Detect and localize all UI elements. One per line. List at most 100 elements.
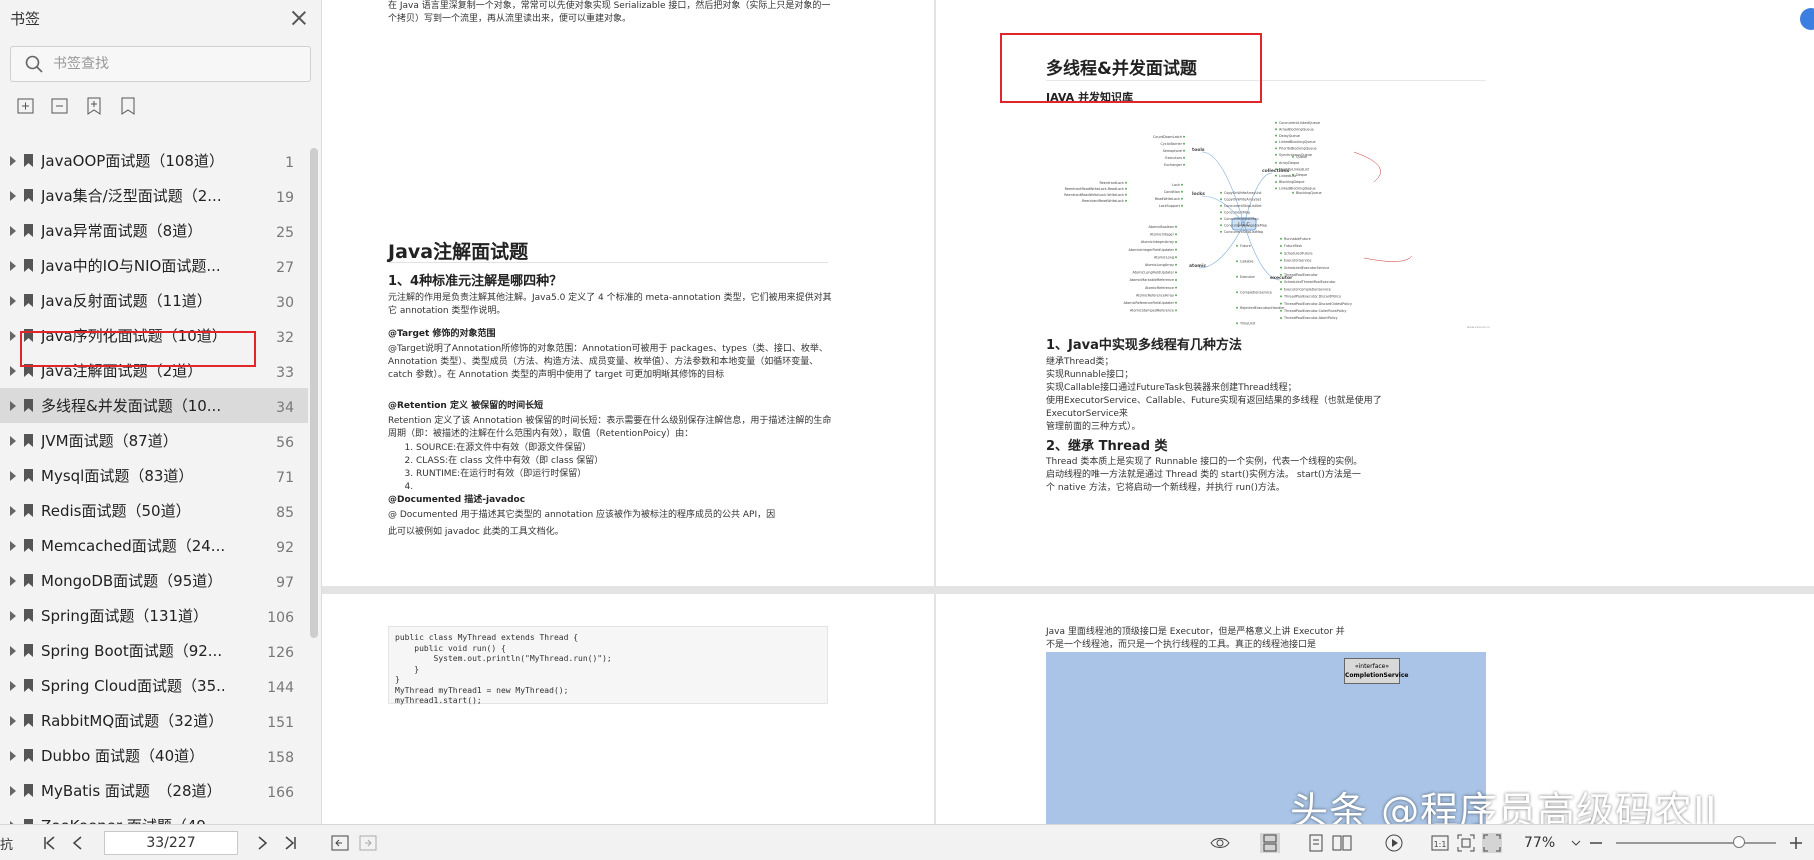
expand-arrow-icon[interactable] [10, 190, 16, 201]
expand-arrow-icon[interactable] [10, 785, 16, 796]
bookmark-page-number: 126 [267, 645, 294, 661]
next-page-icon[interactable] [252, 833, 272, 853]
actual-size-icon[interactable]: 1:1 [1430, 833, 1450, 853]
continuous-view-icon[interactable] [1260, 833, 1280, 853]
mindmap-leaf-dot [1175, 309, 1177, 312]
zoom-slider-handle[interactable] [1733, 836, 1746, 848]
expand-arrow-icon[interactable] [10, 365, 16, 376]
expand-arrow-icon[interactable] [10, 540, 16, 551]
bookmark-item[interactable]: JVM面试题（87道） 56 [0, 423, 308, 458]
bookmark-item[interactable]: JavaOOP面试题（108道） 1 [0, 143, 308, 178]
mindmap-leaf-dot [1280, 317, 1282, 319]
list-item: RUNTIME:在运行时有效（即运行时保留） [416, 468, 826, 481]
bookmark-item[interactable]: Java异常面试题（8道） 25 [0, 213, 308, 248]
mindmap-leaf: ArrayBlockingQueue [1279, 127, 1314, 131]
last-page-icon[interactable] [280, 833, 300, 853]
single-page-icon[interactable] [1306, 833, 1326, 853]
mindmap-leaf: Deque [1296, 173, 1307, 177]
collapse-all-icon[interactable] [50, 96, 70, 116]
expand-arrow-icon[interactable] [10, 470, 16, 481]
expand-arrow-icon[interactable] [10, 575, 16, 586]
sub-heading: @Retention 定义 被保留的时间长短 [388, 401, 544, 411]
fit-width-icon[interactable] [1482, 833, 1502, 853]
mindmap-leaf: ThreadPoolExecutor [1283, 273, 1318, 277]
bookmark-search[interactable] [10, 46, 311, 82]
bookmark-item[interactable]: Java集合/泛型面试题（2... 19 [0, 178, 308, 213]
zoom-in-icon[interactable] [1786, 833, 1806, 853]
mindmap-leaf-dot [1175, 233, 1177, 236]
expand-arrow-icon[interactable] [10, 680, 16, 691]
bookmark-icon[interactable] [118, 96, 138, 116]
bookmark-item[interactable]: 多线程&并发面试题（10... 34 [0, 388, 308, 423]
two-page-icon[interactable] [1332, 833, 1352, 853]
eye-icon[interactable] [1210, 833, 1230, 853]
expand-arrow-icon[interactable] [10, 260, 16, 271]
page-number-field[interactable]: 33/227 [104, 831, 238, 855]
bookmark-panel: 书签 JavaOOP面试题（108道）1Java集合/泛型面试题（2...19J… [0, 0, 322, 835]
bookmark-item[interactable]: Redis面试题（50道） 85 [0, 493, 308, 528]
bookmark-item[interactable]: MyBatis 面试题 （28道） 166 [0, 773, 308, 808]
bookmark-page-number: 30 [276, 295, 294, 311]
expand-arrow-icon[interactable] [10, 750, 16, 761]
mindmap-leaf-dot [1175, 286, 1177, 289]
bookmark-toolbar [0, 82, 321, 134]
bookmark-label: Spring Cloud面试题（35... [41, 677, 226, 695]
zoom-slider[interactable] [1616, 836, 1776, 848]
bookmark-item[interactable]: Memcached面试题（24... 92 [0, 528, 308, 563]
document-view[interactable]: 在 Java 语言里深复制一个对象，常常可以先使对象实现 Serializabl… [322, 0, 1814, 824]
forward-icon[interactable] [358, 833, 378, 853]
bookmark-item[interactable]: Spring Boot面试题（92... 126 [0, 633, 308, 668]
mindmap-leaf: CyclicBarrier [1160, 142, 1182, 146]
bookmark-item[interactable]: Spring面试题（131道） 106 [0, 598, 308, 633]
left-edge-text: 抗 [0, 838, 14, 853]
zoom-out-icon[interactable] [1586, 833, 1606, 853]
bookmark-page-number: 158 [267, 750, 294, 766]
bookmark-page-number: 27 [276, 260, 294, 276]
mindmap-connector [1353, 151, 1381, 183]
zoom-dropdown-icon[interactable] [1566, 833, 1586, 853]
mindmap-leaf: AtomicStampedReference [1130, 309, 1174, 313]
bookmark-page-number: 32 [276, 330, 294, 346]
mindmap-leaf-dot [1280, 259, 1282, 262]
bookmark-item[interactable]: Spring Cloud面试题（35... 144 [0, 668, 308, 703]
bookmark-item[interactable]: Dubbo 面试题（40道） 158 [0, 738, 308, 773]
bookmark-icon [24, 154, 33, 167]
zoom-level[interactable]: 77% [1524, 835, 1555, 851]
first-page-icon[interactable] [40, 833, 60, 853]
expand-arrow-icon[interactable] [10, 295, 16, 306]
expand-arrow-icon[interactable] [10, 330, 16, 341]
expand-arrow-icon[interactable] [10, 715, 16, 726]
mindmap-leaf: LockSupport [1159, 204, 1181, 208]
expand-arrow-icon[interactable] [10, 435, 16, 446]
add-bookmark-icon[interactable] [84, 96, 104, 116]
mindmap-leaf: ReentrantReadWriteLock.ReadLock [1065, 187, 1124, 191]
bookmark-item[interactable]: Java反射面试题（11道） 30 [0, 283, 308, 318]
text-line: 实现Runnable接口； [1046, 370, 1134, 380]
expand-arrow-icon[interactable] [10, 225, 16, 236]
expand-all-icon[interactable] [16, 96, 36, 116]
expand-arrow-icon[interactable] [10, 645, 16, 656]
bookmark-page-number: 71 [276, 470, 294, 486]
bookmark-item[interactable]: Java中的IO与NIO面试题... 27 [0, 248, 308, 283]
mindmap-leaf-dot [1275, 147, 1277, 150]
expand-arrow-icon[interactable] [10, 610, 16, 621]
bookmark-item[interactable]: Mysql面试题（83道） 71 [0, 458, 308, 493]
close-icon[interactable] [289, 8, 309, 28]
sidebar-scrollbar[interactable] [310, 148, 318, 638]
back-icon[interactable] [330, 833, 350, 853]
prev-page-icon[interactable] [68, 833, 88, 853]
expand-arrow-icon[interactable] [10, 505, 16, 516]
fit-page-icon[interactable] [1456, 833, 1476, 853]
bookmark-search-input[interactable] [53, 56, 293, 72]
bookmark-item[interactable]: RabbitMQ面试题（32道） 151 [0, 703, 308, 738]
mindmap-leaf: CompletionService [1240, 291, 1272, 295]
page-text: 元注解的作用是负责注解其他注解。Java5.0 定义了 4 个标准的 meta-… [388, 293, 832, 316]
expand-arrow-icon[interactable] [10, 155, 16, 166]
bookmark-icon [24, 609, 33, 622]
bookmark-item[interactable]: MongoDB面试题（95道） 97 [0, 563, 308, 598]
play-icon[interactable] [1384, 833, 1404, 853]
mindmap-leaf-dot [1220, 198, 1222, 201]
expand-arrow-icon[interactable] [10, 400, 16, 411]
bookmark-page-number: 85 [276, 505, 294, 521]
mindmap-leaf: FutureTask [1284, 244, 1302, 248]
